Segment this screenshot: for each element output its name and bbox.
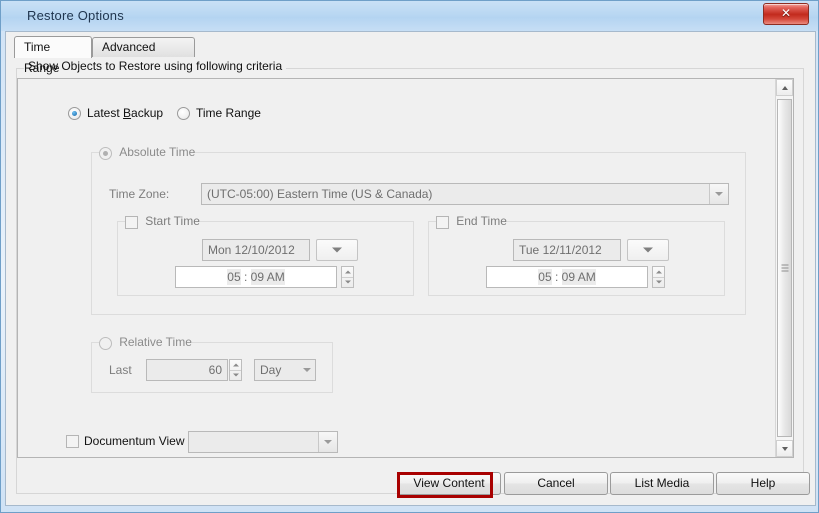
- tab-advanced-options[interactable]: Advanced Options: [92, 37, 195, 73]
- spinner-down-icon: [344, 280, 351, 284]
- start-date-picker-button[interactable]: [316, 239, 358, 261]
- end-time-legend: End Time: [436, 214, 507, 229]
- end-time-group: End Time Tue 12/11/2012 05 : 09 AM: [428, 214, 725, 296]
- start-time-separator: :: [243, 270, 248, 284]
- cancel-button[interactable]: Cancel: [504, 472, 608, 495]
- view-content-button[interactable]: View Content: [397, 472, 501, 495]
- absolute-time-legend: Absolute Time: [99, 145, 196, 160]
- last-value-spinner[interactable]: [229, 359, 242, 381]
- start-time-minute: 09 AM: [250, 269, 285, 285]
- radio-latest-backup-label[interactable]: Latest Backup: [87, 106, 163, 120]
- absolute-time-group: Absolute Time Time Zone: (UTC-05:00) Eas…: [91, 145, 746, 315]
- start-time-hour: 05: [227, 269, 241, 285]
- tab-time-range[interactable]: Time Range: [14, 36, 92, 75]
- start-time-group: Start Time Mon 12/10/2012 05 : 09 AM: [117, 214, 414, 296]
- time-unit-combo[interactable]: Day: [254, 359, 316, 381]
- spinner-down-icon: [655, 280, 662, 284]
- radio-relative-time[interactable]: [99, 337, 112, 350]
- end-time-value: 05 : 09 AM: [487, 267, 647, 287]
- checkbox-start-time[interactable]: [125, 216, 138, 229]
- radio-time-range-label[interactable]: Time Range: [196, 106, 261, 120]
- close-icon: ✕: [780, 6, 792, 20]
- end-time-spinner[interactable]: [652, 266, 665, 288]
- time-unit-value: Day: [260, 363, 282, 377]
- documentum-view-combo[interactable]: [188, 431, 338, 453]
- chevron-down-icon: [324, 440, 332, 444]
- end-time-spinner-down[interactable]: [653, 277, 664, 287]
- spinner-up-icon: [655, 270, 662, 274]
- criteria-panel-content: Latest Backup Time Range Absolute Time T…: [18, 79, 778, 457]
- time-unit-dropdown-button[interactable]: [299, 360, 315, 380]
- tab-time-range-label: Time Range: [24, 40, 60, 75]
- radio-absolute-time[interactable]: [99, 147, 112, 160]
- last-label: Last: [109, 363, 132, 377]
- time-zone-value: (UTC-05:00) Eastern Time (US & Canada): [207, 187, 433, 201]
- spinner-up-icon: [344, 270, 351, 274]
- start-time-field[interactable]: 05 : 09 AM: [175, 266, 337, 288]
- time-zone-dropdown-button[interactable]: [709, 184, 728, 204]
- start-time-legend: Start Time: [125, 214, 200, 229]
- checkbox-documentum-view[interactable]: [66, 435, 79, 448]
- chevron-down-icon: [303, 368, 311, 372]
- radio-latest-backup[interactable]: [68, 107, 81, 120]
- calendar-dropdown-icon: [332, 247, 342, 253]
- scrollbar-down-button[interactable]: [776, 440, 793, 457]
- calendar-dropdown-icon: [643, 247, 653, 253]
- start-time-spinner-down[interactable]: [342, 277, 353, 287]
- spinner-up-icon: [232, 363, 239, 367]
- checkbox-documentum-view-label[interactable]: Documentum View: [84, 434, 185, 448]
- checkbox-start-time-label[interactable]: Start Time: [145, 214, 200, 228]
- close-button[interactable]: ✕: [763, 3, 809, 25]
- restore-options-dialog: Restore Options ✕ Time Range Advanced Op…: [0, 0, 819, 513]
- last-value-spinner-down[interactable]: [230, 370, 241, 380]
- criteria-group-label: Show Objects to Restore using following …: [24, 59, 287, 73]
- end-date-picker-button[interactable]: [627, 239, 669, 261]
- help-button[interactable]: Help: [716, 472, 810, 495]
- checkbox-end-time-label[interactable]: End Time: [456, 214, 507, 228]
- time-zone-label: Time Zone:: [109, 187, 170, 201]
- radio-time-range[interactable]: [177, 107, 190, 120]
- radio-relative-time-label[interactable]: Relative Time: [119, 335, 192, 349]
- end-time-hour: 05: [538, 269, 552, 285]
- end-time-minute: 09 AM: [561, 269, 596, 285]
- relative-time-legend: Relative Time: [99, 335, 192, 350]
- title-bar: Restore Options ✕: [1, 1, 818, 31]
- checkbox-end-time[interactable]: [436, 216, 449, 229]
- time-zone-combo[interactable]: (UTC-05:00) Eastern Time (US & Canada): [201, 183, 729, 205]
- end-time-field[interactable]: 05 : 09 AM: [486, 266, 648, 288]
- vertical-scrollbar[interactable]: [775, 79, 793, 457]
- end-time-separator: :: [554, 270, 559, 284]
- start-time-value: 05 : 09 AM: [176, 267, 336, 287]
- documentum-view-dropdown-button[interactable]: [318, 432, 337, 452]
- last-value-field[interactable]: 60: [146, 359, 228, 381]
- list-media-button[interactable]: List Media: [610, 472, 714, 495]
- window-title: Restore Options: [27, 8, 124, 23]
- scroll-up-arrow-icon: [781, 85, 788, 90]
- relative-time-group: Relative Time Last 60 Day: [91, 335, 333, 393]
- scrollbar-thumb[interactable]: [777, 99, 792, 437]
- start-time-spinner[interactable]: [341, 266, 354, 288]
- scrollbar-grip-icon: [781, 264, 788, 272]
- scroll-down-arrow-icon: [781, 446, 788, 451]
- scrollbar-up-button[interactable]: [776, 79, 793, 96]
- spinner-down-icon: [232, 373, 239, 377]
- chevron-down-icon: [715, 192, 723, 196]
- end-date-field[interactable]: Tue 12/11/2012: [513, 239, 621, 261]
- radio-absolute-time-label[interactable]: Absolute Time: [119, 145, 195, 159]
- criteria-panel: Latest Backup Time Range Absolute Time T…: [17, 78, 794, 458]
- start-date-field[interactable]: Mon 12/10/2012: [202, 239, 310, 261]
- dialog-client-area: Time Range Advanced Options Show Objects…: [5, 31, 816, 506]
